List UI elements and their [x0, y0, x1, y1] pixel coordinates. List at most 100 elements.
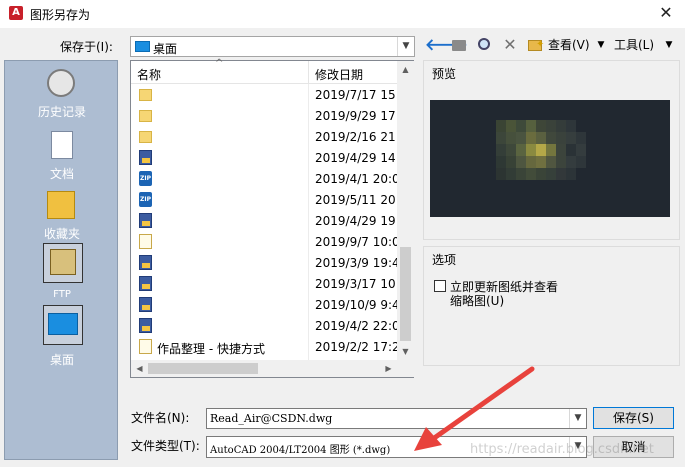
tools-dropdown-icon[interactable]: ▼: [664, 35, 674, 55]
file-date: 2019/2/2 17:2: [315, 340, 397, 354]
folder-icon: [139, 110, 152, 122]
vertical-scroll-thumb[interactable]: [400, 247, 411, 341]
save-in-value: 桌面: [153, 42, 178, 56]
preview-pixel: [556, 144, 566, 156]
preview-pixel: [546, 144, 556, 156]
file-row[interactable]: 2019/9/7 10:0: [131, 231, 397, 252]
file-row[interactable]: 2019/4/29 14:: [131, 147, 397, 168]
views-button[interactable]: 查看(V): [548, 35, 594, 55]
scroll-right-icon[interactable]: ▶: [380, 360, 397, 377]
save-in-combo[interactable]: 桌面 ▼: [130, 36, 415, 57]
preview-pixel: [506, 168, 516, 180]
places-sidebar: 历史记录 文档 收藏夹 FTP 桌面: [4, 60, 118, 460]
place-history[interactable]: 历史记录: [5, 65, 119, 125]
scroll-left-icon[interactable]: ◀: [131, 360, 148, 377]
file-row[interactable]: 2019/4/29 19:: [131, 210, 397, 231]
close-icon[interactable]: ✕: [655, 2, 677, 24]
update-thumbnail-checkbox[interactable]: [434, 280, 446, 292]
zip-file-icon: ZIP: [139, 192, 152, 207]
file-date: 2019/4/2 22:0: [315, 319, 397, 333]
file-date: 2019/7/17 15:: [315, 88, 397, 102]
file-name: 作品整理 - 快捷方式: [157, 342, 265, 356]
preview-pixel: [566, 156, 576, 168]
desktop-icon: [48, 313, 78, 335]
preview-pixel: [516, 132, 526, 144]
preview-pixel: [506, 144, 516, 156]
preview-pixel: [526, 132, 536, 144]
search-web-icon[interactable]: [476, 35, 494, 55]
file-date: 2019/5/11 20:: [315, 193, 397, 207]
save-button[interactable]: 保存(S): [593, 407, 674, 429]
place-favorites[interactable]: 收藏夹: [5, 187, 119, 247]
preview-pixel: [536, 168, 546, 180]
options-group: 选项 立即更新图纸并查看 缩略图(U): [423, 246, 680, 366]
preview-pixel: [496, 132, 506, 144]
desktop-folder-icon: [135, 41, 150, 52]
vertical-scrollbar[interactable]: ▲ ▼: [397, 61, 414, 360]
column-name-header[interactable]: 名称: [137, 66, 161, 83]
sort-up-icon: ^: [215, 58, 224, 69]
tools-button[interactable]: 工具(L): [614, 35, 660, 55]
chevron-down-icon[interactable]: ▼: [397, 37, 414, 56]
folder-icon: [139, 89, 152, 101]
file-date: 2019/3/17 10:: [315, 277, 397, 291]
preview-label: 预览: [432, 67, 457, 81]
place-label: 桌面: [49, 353, 74, 367]
file-list[interactable]: ^ 名称 修改日期 2019/7/17 15: 2019/9/29 17: 2019…: [130, 58, 414, 378]
new-folder-icon[interactable]: ✦: [526, 35, 544, 55]
delete-icon[interactable]: ✕: [501, 35, 519, 55]
preview-pixel: [546, 156, 556, 168]
chevron-down-icon[interactable]: ▼: [569, 409, 586, 428]
preview-pixel: [576, 144, 586, 156]
preview-pixel: [546, 120, 556, 132]
place-ftp[interactable]: FTP: [5, 243, 119, 301]
file-date: 2019/9/7 10:0: [315, 235, 397, 249]
up-folder-icon[interactable]: [450, 35, 468, 55]
place-documents[interactable]: 文档: [5, 127, 119, 187]
preview-pixel: [536, 156, 546, 168]
column-date-header[interactable]: 修改日期: [315, 66, 363, 83]
horizontal-scroll-thumb[interactable]: [148, 363, 258, 374]
file-row[interactable]: ZIP 2019/5/11 20:: [131, 189, 397, 210]
dwg-file-icon: [139, 297, 152, 312]
file-row[interactable]: 2019/3/17 10:: [131, 273, 397, 294]
preview-pixel: [556, 120, 566, 132]
preview-group: 预览: [423, 60, 680, 240]
dwg-file-icon: [139, 150, 152, 165]
file-row[interactable]: 2019/7/17 15:: [131, 84, 397, 105]
preview-pixel: [506, 120, 516, 132]
history-icon: [47, 69, 75, 97]
preview-pixel: [516, 144, 526, 156]
preview-pixel: [526, 168, 536, 180]
preview-pixel: [506, 132, 516, 144]
file-row[interactable]: 2019/9/29 17:: [131, 105, 397, 126]
dwg-file-icon: [139, 255, 152, 270]
preview-pixel: [556, 132, 566, 144]
file-date: 2019/3/9 19:4: [315, 256, 397, 270]
file-row[interactable]: 2019/3/9 19:4: [131, 252, 397, 273]
preview-pixel: [496, 120, 506, 132]
save-in-label: 保存于(I):: [60, 40, 113, 54]
preview-pixel: [516, 120, 526, 132]
horizontal-scrollbar[interactable]: ◀ ▶: [131, 360, 397, 377]
file-row[interactable]: ZIP 2019/4/1 20:0: [131, 168, 397, 189]
scroll-up-icon[interactable]: ▲: [397, 61, 414, 78]
preview-pixel: [536, 144, 546, 156]
preview-pixel: [576, 156, 586, 168]
file-row[interactable]: 2019/10/9 9:4: [131, 294, 397, 315]
preview-pixel: [546, 132, 556, 144]
preview-pixel: [496, 144, 506, 156]
place-desktop[interactable]: 桌面: [5, 305, 119, 367]
file-row[interactable]: 2019/2/16 21:: [131, 126, 397, 147]
window-title: 图形另存为: [30, 8, 91, 22]
back-arrow-icon[interactable]: 🡐: [425, 35, 468, 55]
file-row[interactable]: 2019/4/2 22:0: [131, 315, 397, 336]
file-row[interactable]: 作品整理 - 快捷方式 2019/2/2 17:2: [131, 336, 397, 357]
views-dropdown-icon[interactable]: ▼: [596, 35, 606, 55]
scroll-down-icon[interactable]: ▼: [397, 343, 414, 360]
file-date: 2019/4/29 19:: [315, 214, 397, 228]
preview-pixel: [526, 120, 536, 132]
filename-label: 文件名(N):: [131, 411, 190, 425]
dwg-file-icon: [139, 318, 152, 333]
file-date: 2019/9/29 17:: [315, 109, 397, 123]
